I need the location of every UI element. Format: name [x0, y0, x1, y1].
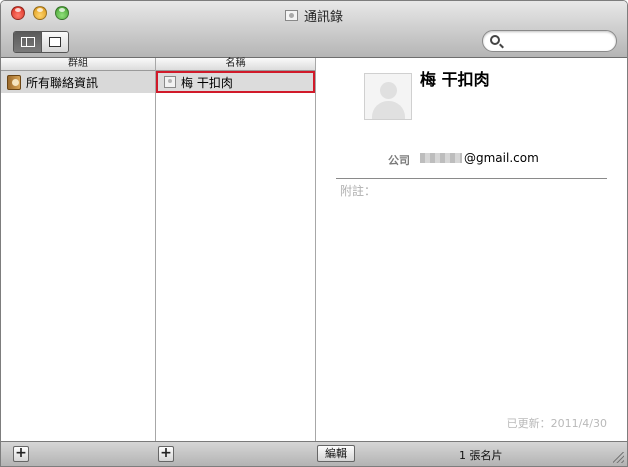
address-book-window: 通訊錄 群組 所有聯絡資訊 名稱 梅 干扣肉 梅 干扣肉 公司 @gmail.c… — [0, 0, 628, 467]
redacted-email-user — [420, 153, 462, 163]
list-and-card-view-button[interactable] — [14, 32, 41, 52]
card-divider — [336, 178, 607, 179]
contact-photo[interactable] — [364, 73, 412, 120]
company-email-value[interactable]: @gmail.com — [420, 151, 539, 165]
add-group-button[interactable]: + — [13, 446, 29, 462]
last-updated-text: 已更新：2011/4/30 — [506, 417, 607, 430]
edit-button[interactable]: 編輯 — [317, 445, 355, 462]
groups-column: 群組 所有聯絡資訊 — [1, 58, 156, 441]
note-label[interactable]: 附註： — [340, 182, 376, 199]
add-contact-button[interactable]: + — [158, 446, 174, 462]
email-domain: @gmail.com — [464, 151, 539, 165]
window-title: 通訊錄 — [1, 6, 627, 25]
window-title-text: 通訊錄 — [303, 10, 343, 25]
contact-list-item-label: 梅 干扣肉 — [181, 75, 233, 90]
search-input[interactable] — [505, 33, 605, 49]
search-icon — [490, 35, 500, 45]
person-silhouette-icon — [380, 82, 397, 99]
list-view-icon — [20, 37, 35, 47]
address-book-icon — [284, 10, 298, 21]
groups-column-header[interactable]: 群組 — [1, 58, 155, 71]
view-mode-selector — [13, 31, 69, 53]
contact-card-icon — [164, 76, 176, 88]
names-column-header[interactable]: 名稱 — [156, 58, 315, 71]
contact-name: 梅 干扣肉 — [420, 70, 490, 89]
group-item-label: 所有聯絡資訊 — [26, 75, 99, 90]
bottom-bar: + + 編輯 1 張名片 — [1, 441, 627, 466]
address-book-icon — [7, 74, 21, 90]
group-item-all-contacts[interactable]: 所有聯絡資訊 — [1, 71, 155, 93]
names-column: 名稱 梅 干扣肉 — [156, 58, 316, 441]
card-view-icon — [49, 37, 61, 47]
contact-list-item[interactable]: 梅 干扣肉 — [156, 71, 315, 93]
card-count: 1 張名片 — [459, 449, 503, 462]
company-email-label: 公司 — [388, 154, 410, 167]
window-toolbar: 通訊錄 — [1, 1, 627, 58]
card-only-view-button[interactable] — [41, 32, 68, 52]
search-field[interactable] — [482, 30, 617, 52]
contact-card-pane: 梅 干扣肉 公司 @gmail.com 附註： 已更新：2011/4/30 — [316, 58, 627, 441]
resize-grip-icon[interactable] — [613, 452, 624, 463]
